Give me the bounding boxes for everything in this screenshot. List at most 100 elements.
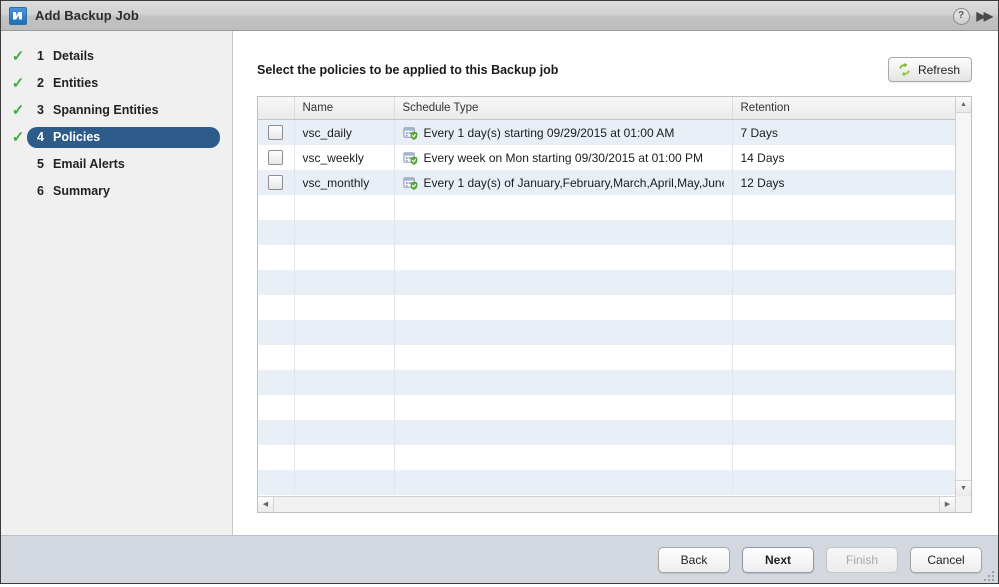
row-schedule-text: Every week on Mon starting 09/30/2015 at… — [423, 150, 704, 165]
next-button[interactable]: Next — [742, 546, 814, 573]
sidebar-item-label: 2 Entities — [27, 73, 110, 95]
step-number: 4 — [37, 129, 44, 144]
step-number: 5 — [37, 156, 44, 171]
resize-grip-icon[interactable] — [983, 569, 995, 581]
column-header-select[interactable] — [258, 97, 295, 120]
sidebar-item-label: 4 Policies — [27, 126, 221, 149]
netapp-logo-icon — [9, 6, 27, 25]
dialog-footer: Back Next Finish Cancel — [1, 535, 998, 583]
step-complete-check-icon: ✓ — [11, 75, 25, 92]
table-row-empty — [258, 345, 955, 370]
sidebar-item-summary[interactable]: 6 Summary — [1, 178, 232, 205]
sidebar-item-policies[interactable]: ✓ 4 Policies — [1, 124, 232, 151]
row-checkbox-cell[interactable] — [258, 145, 295, 170]
table-row-empty — [258, 195, 955, 220]
content-header: Select the policies to be applied to thi… — [257, 57, 972, 82]
step-placeholder-icon — [9, 184, 27, 199]
table-row-empty — [258, 420, 955, 445]
row-retention-cell: 14 Days — [732, 145, 955, 170]
schedule-calendar-icon — [403, 176, 418, 190]
row-name-cell: vsc_monthly — [294, 170, 395, 195]
step-placeholder-icon — [9, 157, 27, 172]
table-row-empty — [258, 395, 955, 420]
row-checkbox[interactable] — [268, 125, 284, 141]
sidebar-item-entities[interactable]: ✓ 2 Entities — [1, 70, 232, 97]
wizard-step-sidebar: ✓ 1 Details ✓ 2 Entities ✓ 3 Spanning Entit… — [1, 31, 233, 535]
title-bar: Add Backup Job ? ▶▶ — [1, 1, 998, 31]
table-row[interactable]: vsc_weekly Every week on Mon starting 09/… — [258, 145, 955, 170]
step-text: Details — [53, 48, 94, 63]
back-button[interactable]: Back — [658, 546, 730, 573]
horizontal-scrollbar[interactable]: ◀ ▶ — [258, 496, 955, 512]
help-icon[interactable]: ? — [952, 7, 970, 25]
row-name-cell: vsc_weekly — [294, 145, 395, 170]
row-retention-cell: 7 Days — [732, 119, 955, 145]
sidebar-item-label: 3 Spanning Entities — [27, 100, 171, 122]
finish-button: Finish — [826, 546, 898, 573]
table-scroller: Name Schedule Type Retention vsc_daily Ev… — [258, 97, 971, 496]
table-row-empty — [258, 295, 955, 320]
step-text: Policies — [53, 129, 101, 144]
row-name-cell: vsc_daily — [294, 119, 395, 145]
step-number: 1 — [37, 48, 44, 63]
scroll-up-arrow-icon[interactable]: ▲ — [956, 97, 971, 113]
table-main: Name Schedule Type Retention vsc_daily Ev… — [258, 97, 955, 496]
scroll-down-arrow-icon[interactable]: ▼ — [956, 480, 971, 496]
step-text: Email Alerts — [53, 156, 125, 171]
sidebar-item-label: 5 Email Alerts — [27, 154, 137, 176]
table-row-empty — [258, 270, 955, 295]
step-complete-check-icon: ✓ — [11, 102, 25, 119]
step-text: Entities — [53, 75, 99, 90]
row-checkbox[interactable] — [268, 175, 284, 191]
step-text: Spanning Entities — [53, 102, 159, 117]
step-number: 6 — [37, 183, 44, 198]
row-checkbox-cell[interactable] — [258, 170, 295, 195]
row-schedule-text: Every 1 day(s) of January,February,March… — [423, 175, 724, 190]
title-bar-actions: ? ▶▶ — [952, 1, 994, 31]
scrollbar-corner — [955, 496, 971, 512]
horizontal-scroll-track[interactable] — [274, 497, 939, 512]
row-retention-cell: 12 Days — [732, 170, 955, 195]
window-title: Add Backup Job — [35, 8, 139, 23]
expand-chevrons-icon[interactable]: ▶▶ — [977, 10, 994, 22]
sidebar-item-details[interactable]: ✓ 1 Details — [1, 43, 232, 70]
policies-table: Name Schedule Type Retention vsc_daily Ev… — [258, 97, 955, 495]
table-header: Name Schedule Type Retention — [258, 97, 955, 120]
refresh-button[interactable]: Refresh — [887, 57, 972, 82]
step-text: Summary — [53, 183, 110, 198]
sidebar-item-email-alerts[interactable]: 5 Email Alerts — [1, 151, 232, 178]
table-row-empty — [258, 220, 955, 245]
step-number: 2 — [37, 75, 44, 90]
row-schedule-cell: Every 1 day(s) starting 09/29/2015 at 01… — [394, 119, 733, 145]
scroll-right-arrow-icon[interactable]: ▶ — [939, 497, 955, 512]
table-row-empty — [258, 445, 955, 470]
step-complete-check-icon: ✓ — [11, 48, 25, 65]
column-header-name[interactable]: Name — [294, 97, 395, 120]
row-checkbox-cell[interactable] — [258, 119, 295, 145]
column-header-retention[interactable]: Retention — [732, 97, 955, 120]
cancel-button[interactable]: Cancel — [910, 546, 982, 573]
table-row[interactable]: vsc_daily Every 1 day(s) starting 09/29/2… — [258, 119, 955, 145]
dialog-body: ✓ 1 Details ✓ 2 Entities ✓ 3 Spanning Entit… — [1, 31, 998, 535]
scroll-left-arrow-icon[interactable]: ◀ — [258, 497, 274, 512]
refresh-label: Refresh — [917, 62, 960, 77]
table-row-empty — [258, 370, 955, 395]
row-checkbox[interactable] — [268, 150, 284, 166]
policies-table-container: Name Schedule Type Retention vsc_daily Ev… — [257, 96, 972, 513]
row-schedule-cell: Every week on Mon starting 09/30/2015 at… — [394, 145, 733, 170]
main-content: Select the policies to be applied to thi… — [233, 31, 998, 535]
content-bottom-spacer — [257, 513, 972, 535]
table-row-empty — [258, 245, 955, 270]
row-schedule-text: Every 1 day(s) starting 09/29/2015 at 01… — [423, 125, 675, 140]
vertical-scroll-track[interactable] — [956, 113, 971, 480]
table-row-empty — [258, 470, 955, 495]
refresh-icon — [897, 62, 912, 77]
column-header-schedule-type[interactable]: Schedule Type — [394, 97, 733, 120]
table-row[interactable]: vsc_monthly Every 1 day(s) of January,Feb… — [258, 170, 955, 195]
vertical-scrollbar[interactable]: ▲ ▼ — [955, 97, 971, 496]
sidebar-item-label: 6 Summary — [27, 181, 122, 203]
sidebar-item-spanning-entities[interactable]: ✓ 3 Spanning Entities — [1, 97, 232, 124]
table-header-row: Name Schedule Type Retention — [258, 97, 955, 120]
step-complete-check-icon: ✓ — [11, 129, 25, 146]
step-number: 3 — [37, 102, 44, 117]
